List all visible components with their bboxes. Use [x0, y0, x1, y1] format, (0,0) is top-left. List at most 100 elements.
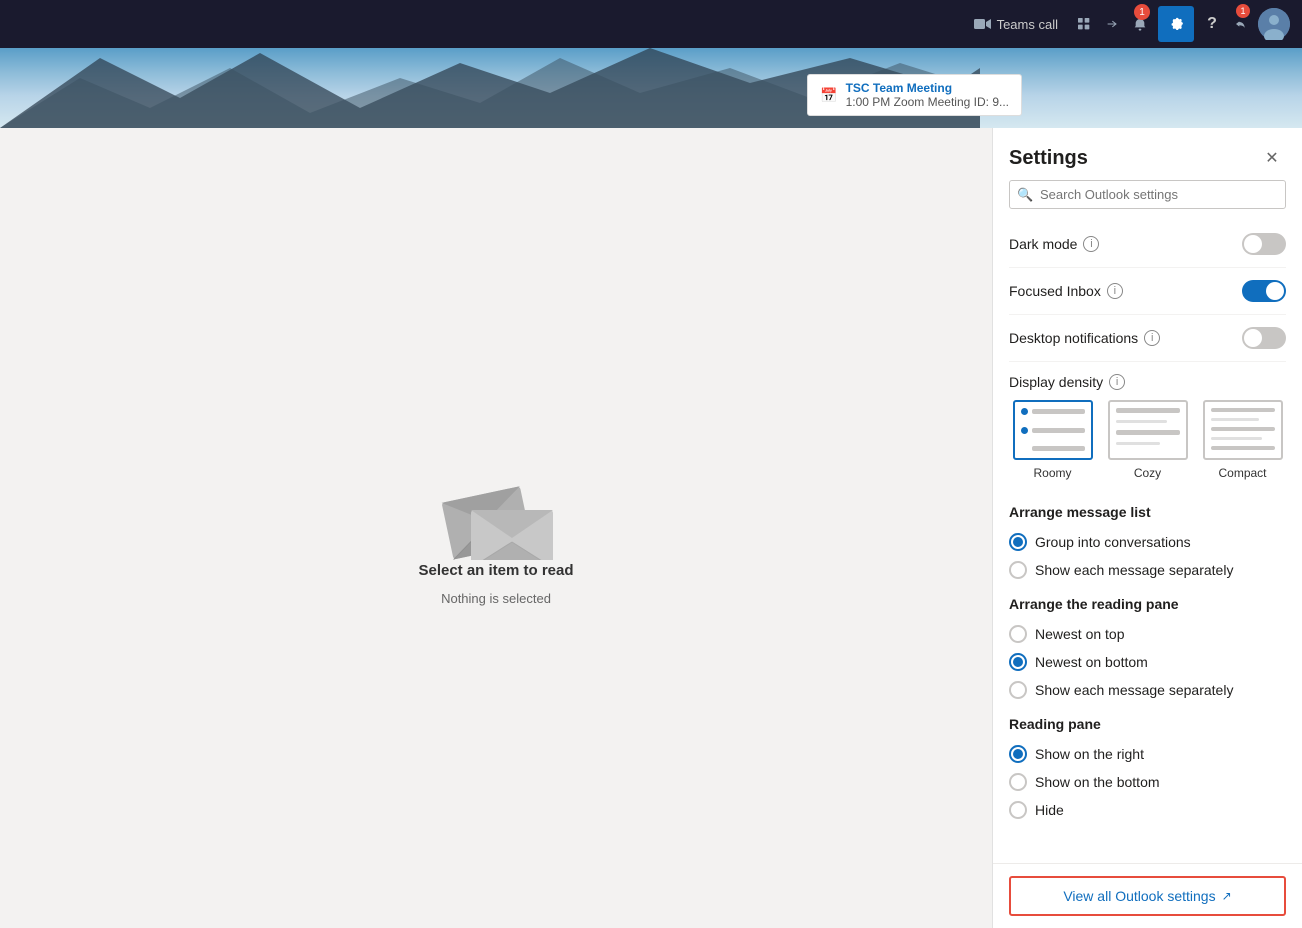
- density-cozy-label: Cozy: [1134, 466, 1161, 480]
- view-all-label: View all Outlook settings: [1063, 888, 1215, 904]
- desktop-notifications-label: Desktop notifications i: [1009, 330, 1160, 346]
- close-button[interactable]: ✕: [1258, 144, 1286, 172]
- dark-mode-info-icon[interactable]: i: [1083, 236, 1099, 252]
- radio-newest-bottom-label: Newest on bottom: [1035, 654, 1148, 670]
- radio-newest-bottom-circle: [1009, 653, 1027, 671]
- density-dot: [1021, 408, 1028, 415]
- desktop-notifications-info-icon[interactable]: i: [1144, 330, 1160, 346]
- radio-show-each-separate-label: Show each message separately: [1035, 682, 1233, 698]
- topbar: Teams call 1 ?: [0, 0, 1302, 48]
- radio-hide[interactable]: Hide: [1009, 796, 1286, 824]
- density-line: [1032, 409, 1085, 414]
- dark-mode-toggle-knob: [1244, 235, 1262, 253]
- density-cozy-card: [1108, 400, 1188, 460]
- empty-state-title: Select an item to read: [418, 562, 573, 579]
- notification-badge: 1: [1134, 4, 1150, 20]
- display-density-section: Display density i: [1009, 362, 1286, 492]
- reading-pane-heading: Reading pane: [1009, 704, 1286, 740]
- density-compact-card: [1203, 400, 1283, 460]
- notification-area[interactable]: 1: [1130, 14, 1150, 34]
- empty-state-subtitle: Nothing is selected: [441, 591, 551, 606]
- arrange-message-list-section: Arrange message list Group into conversa…: [1009, 492, 1286, 584]
- meeting-title: TSC Team Meeting: [846, 81, 1009, 95]
- radio-newest-bottom-dot: [1013, 657, 1023, 667]
- radio-show-each-message[interactable]: Show each message separately: [1009, 556, 1286, 584]
- search-icon: 🔍: [1017, 187, 1033, 203]
- focused-inbox-label: Focused Inbox i: [1009, 283, 1123, 299]
- radio-show-each-circle: [1009, 561, 1027, 579]
- banner: 📅 TSC Team Meeting 1:00 PM Zoom Meeting …: [0, 48, 1302, 128]
- radio-show-each-separate[interactable]: Show each message separately: [1009, 676, 1286, 704]
- reply-badge: 1: [1236, 4, 1250, 18]
- density-options: Roomy Cozy: [1009, 400, 1286, 480]
- grid-icon[interactable]: [1074, 14, 1094, 34]
- focused-inbox-toggle[interactable]: [1242, 280, 1286, 302]
- main-content: Select an item to read Nothing is select…: [0, 128, 1302, 928]
- calendar-icon: 📅: [820, 87, 837, 104]
- display-density-info-icon[interactable]: i: [1109, 374, 1125, 390]
- arrange-message-list-heading: Arrange message list: [1009, 492, 1286, 528]
- settings-footer: View all Outlook settings ↗: [993, 863, 1302, 928]
- radio-group-conversations[interactable]: Group into conversations: [1009, 528, 1286, 556]
- radio-show-bottom-label: Show on the bottom: [1035, 774, 1160, 790]
- dark-mode-row: Dark mode i: [1009, 221, 1286, 268]
- reading-pane-section: Reading pane Show on the right Show on t…: [1009, 704, 1286, 824]
- share-icon[interactable]: [1102, 14, 1122, 34]
- search-input[interactable]: [1009, 180, 1286, 209]
- gear-button[interactable]: [1158, 6, 1194, 42]
- meeting-info: TSC Team Meeting 1:00 PM Zoom Meeting ID…: [846, 81, 1009, 109]
- arrange-reading-pane-section: Arrange the reading pane Newest on top N…: [1009, 584, 1286, 704]
- settings-panel: Settings ✕ 🔍 Dark mode i Focused In: [992, 128, 1302, 928]
- settings-body: Dark mode i Focused Inbox i: [993, 221, 1302, 863]
- desktop-notifications-row: Desktop notifications i: [1009, 315, 1286, 362]
- radio-newest-top[interactable]: Newest on top: [1009, 620, 1286, 648]
- dark-mode-label: Dark mode i: [1009, 236, 1099, 252]
- video-icon: [973, 14, 993, 34]
- teams-call-button[interactable]: Teams call: [965, 10, 1066, 38]
- help-icon[interactable]: ?: [1202, 14, 1222, 34]
- density-cozy[interactable]: Cozy: [1104, 400, 1191, 480]
- display-density-label: Display density i: [1009, 374, 1286, 390]
- focused-inbox-toggle-knob: [1266, 282, 1284, 300]
- radio-show-bottom-circle: [1009, 773, 1027, 791]
- desktop-notifications-toggle-knob: [1244, 329, 1262, 347]
- meeting-banner[interactable]: 📅 TSC Team Meeting 1:00 PM Zoom Meeting …: [807, 74, 1022, 116]
- desktop-notifications-toggle[interactable]: [1242, 327, 1286, 349]
- arrange-reading-pane-heading: Arrange the reading pane: [1009, 584, 1286, 620]
- avatar[interactable]: [1258, 8, 1290, 40]
- account-area[interactable]: 1: [1230, 14, 1250, 34]
- density-compact-label: Compact: [1218, 466, 1266, 480]
- empty-state-icon: [436, 450, 556, 550]
- meeting-time: 1:00 PM Zoom Meeting ID: 9...: [846, 95, 1009, 109]
- settings-header: Settings ✕: [993, 128, 1302, 180]
- teams-call-label: Teams call: [997, 17, 1058, 32]
- search-box: 🔍: [1009, 180, 1286, 209]
- settings-title: Settings: [1009, 147, 1088, 170]
- radio-show-bottom[interactable]: Show on the bottom: [1009, 768, 1286, 796]
- radio-group-conversations-circle: [1009, 533, 1027, 551]
- density-dot-2: [1021, 427, 1028, 434]
- density-roomy-card: [1013, 400, 1093, 460]
- density-compact[interactable]: Compact: [1199, 400, 1286, 480]
- radio-group-conversations-label: Group into conversations: [1035, 534, 1191, 550]
- radio-show-each-label: Show each message separately: [1035, 562, 1233, 578]
- dark-mode-toggle[interactable]: [1242, 233, 1286, 255]
- density-roomy[interactable]: Roomy: [1009, 400, 1096, 480]
- radio-newest-top-circle: [1009, 625, 1027, 643]
- radio-newest-top-label: Newest on top: [1035, 626, 1125, 642]
- radio-hide-circle: [1009, 801, 1027, 819]
- focused-inbox-info-icon[interactable]: i: [1107, 283, 1123, 299]
- density-line-2: [1032, 428, 1085, 433]
- radio-show-right-dot: [1013, 749, 1023, 759]
- external-link-icon: ↗: [1222, 889, 1232, 903]
- radio-group-conversations-dot: [1013, 537, 1023, 547]
- radio-show-each-separate-circle: [1009, 681, 1027, 699]
- radio-show-right-circle: [1009, 745, 1027, 763]
- density-roomy-label: Roomy: [1033, 466, 1071, 480]
- radio-hide-label: Hide: [1035, 802, 1064, 818]
- view-all-button[interactable]: View all Outlook settings ↗: [1009, 876, 1286, 916]
- radio-show-right-label: Show on the right: [1035, 746, 1144, 762]
- focused-inbox-row: Focused Inbox i: [1009, 268, 1286, 315]
- radio-show-right[interactable]: Show on the right: [1009, 740, 1286, 768]
- radio-newest-bottom[interactable]: Newest on bottom: [1009, 648, 1286, 676]
